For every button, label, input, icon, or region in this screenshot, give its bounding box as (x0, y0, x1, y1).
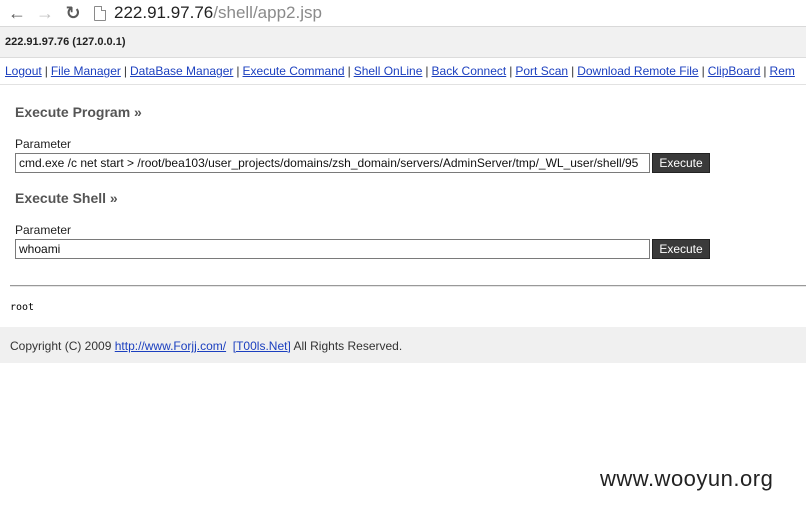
watermark: www.wooyun.org (600, 466, 774, 491)
program-parameter-input[interactable]: cmd.exe /c net start > /root/bea103/user… (15, 153, 650, 173)
separator: | (701, 64, 705, 78)
program-parameter-label: Parameter (15, 137, 72, 151)
host-header: 222.91.97.76 (127.0.0.1) (0, 27, 806, 58)
nav-link-download-remote-file[interactable]: Download Remote File (577, 64, 698, 78)
nav-link-execute-command[interactable]: Execute Command (243, 64, 345, 78)
separator: | (425, 64, 429, 78)
browser-toolbar: ← → ↻ 222.91.97.76/shell/app2.jsp (0, 0, 806, 27)
execute-shell-title: Execute Shell » (15, 190, 118, 206)
url-host: 222.91.97.76 (114, 3, 214, 22)
nav-link-clipboard[interactable]: ClipBoard (708, 64, 761, 78)
address-bar[interactable]: 222.91.97.76/shell/app2.jsp (94, 2, 322, 24)
forward-arrow-icon[interactable]: → (34, 2, 56, 24)
footer: Copyright (C) 2009 http://www.Forjj.com/… (0, 327, 806, 363)
host-info: 222.91.97.76 (127.0.0.1) (5, 36, 126, 48)
copyright-text: Copyright (C) 2009 (10, 339, 112, 353)
separator: | (347, 64, 351, 78)
nav-link-port-scan[interactable]: Port Scan (515, 64, 568, 78)
url-path: /shell/app2.jsp (213, 3, 322, 22)
nav-link-shell-online[interactable]: Shell OnLine (354, 64, 423, 78)
rights-text: All Rights Reserved. (293, 339, 403, 353)
back-arrow-icon[interactable]: ← (6, 2, 28, 24)
reload-icon[interactable]: ↻ (62, 2, 84, 24)
separator: | (236, 64, 240, 78)
nav-link-remote[interactable]: Rem (770, 64, 795, 78)
separator: | (763, 64, 767, 78)
separator: | (509, 64, 513, 78)
separator: | (123, 64, 127, 78)
nav-link-database-manager[interactable]: DataBase Manager (130, 64, 233, 78)
execute-shell-button[interactable]: Execute (652, 239, 710, 259)
t00ls-link[interactable]: [T00ls.Net] (233, 339, 291, 353)
nav-link-logout[interactable]: Logout (5, 64, 42, 78)
nav-link-file-manager[interactable]: File Manager (51, 64, 121, 78)
command-output: root (10, 302, 35, 313)
execute-program-title: Execute Program » (15, 104, 142, 120)
forjj-link[interactable]: http://www.Forjj.com/ (115, 339, 226, 353)
program-input-row: cmd.exe /c net start > /root/bea103/user… (15, 153, 710, 173)
shell-parameter-input[interactable]: whoami (15, 239, 650, 259)
execute-program-button[interactable]: Execute (652, 153, 710, 173)
shell-parameter-label: Parameter (15, 223, 72, 237)
divider (10, 285, 806, 287)
separator: | (571, 64, 575, 78)
nav-menu: Logout | File Manager | DataBase Manager | Exe… (0, 58, 806, 85)
page-icon (94, 5, 106, 21)
shell-input-row: whoami Execute (15, 239, 710, 259)
nav-link-back-connect[interactable]: Back Connect (432, 64, 507, 78)
separator: | (44, 64, 48, 78)
